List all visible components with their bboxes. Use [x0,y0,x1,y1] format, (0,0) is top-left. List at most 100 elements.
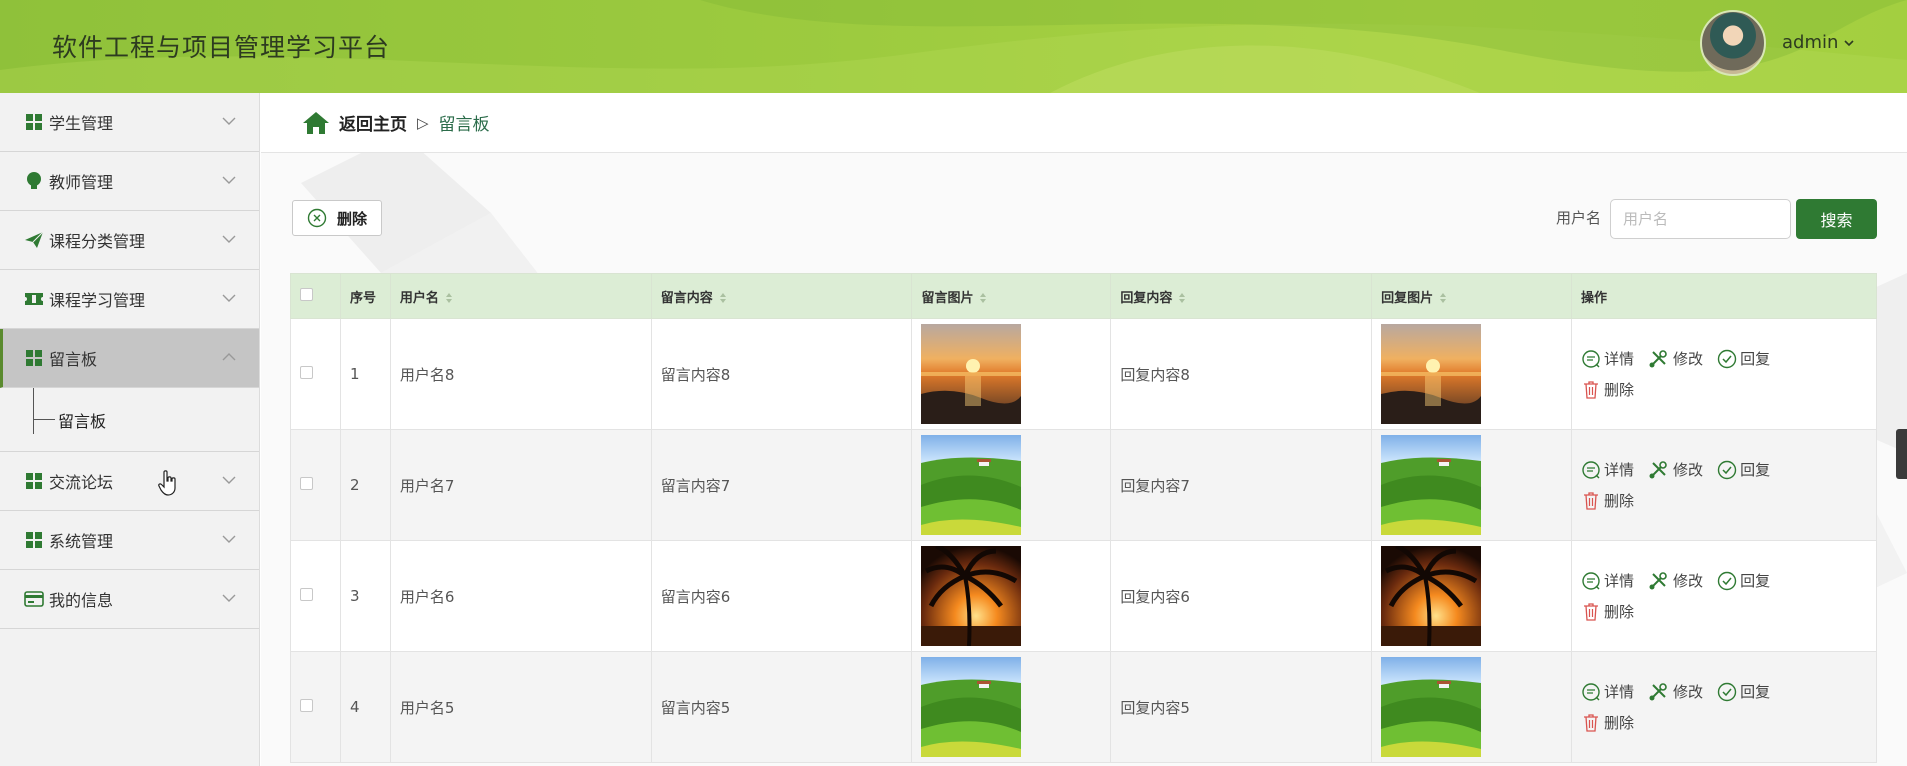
row-reply: 回复内容6 [1110,540,1373,652]
row-select-cell[interactable] [290,429,341,541]
sidebar-item-system[interactable]: 系统管理 [0,511,259,570]
detail-button[interactable]: 详情 [1581,348,1634,369]
row-reply: 回复内容7 [1110,429,1373,541]
detail-button[interactable]: 详情 [1581,570,1634,591]
sidebar-item-students[interactable]: 学生管理 [0,93,259,152]
wrench-icon [1649,349,1667,367]
detail-button[interactable]: 详情 [1581,681,1634,702]
row-checkbox[interactable] [300,588,313,601]
column-header-message-image[interactable]: 留言图片 [911,273,1112,319]
check-circle-icon [1717,571,1737,590]
edit-button[interactable]: 修改 [1648,459,1703,480]
edit-button[interactable]: 修改 [1648,681,1703,702]
row-username: 用户名7 [389,429,652,541]
reply-button[interactable]: 回复 [1717,459,1770,480]
edit-button[interactable]: 修改 [1648,348,1703,369]
edit-button[interactable]: 修改 [1648,570,1703,591]
row-message-image-cell [911,318,1112,430]
row-message-image-cell [911,540,1112,652]
column-header-message[interactable]: 留言内容 [650,273,913,319]
thumbnail-image[interactable] [921,324,1022,424]
row-username: 用户名8 [389,318,652,430]
search-button[interactable]: 搜索 [1796,199,1877,239]
row-message: 留言内容7 [650,429,913,541]
sidebar-item-label: 留言板 [49,350,98,369]
delete-button[interactable]: 删除 [1581,379,1634,400]
sidebar-item-course-category[interactable]: 课程分类管理 [0,211,259,270]
row-message: 留言内容5 [650,651,913,763]
table-header-row: 序号 用户名 留言内容 留言图片 回复内容 回复图片 操作 [290,273,1877,319]
sort-icon[interactable] [1178,292,1186,304]
detail-button[interactable]: 详情 [1581,459,1634,480]
select-all-cell[interactable] [290,273,341,319]
batch-delete-button[interactable]: 删除 [292,200,382,236]
trash-icon [1584,491,1599,510]
select-all-checkbox[interactable] [300,287,313,301]
side-collapse-tab[interactable] [1896,429,1907,479]
breadcrumb: 返回主页 ▷ 留言板 [261,93,1907,153]
thumbnail-image[interactable] [921,546,1022,646]
row-message-image-cell [911,429,1112,541]
column-header-reply-image[interactable]: 回复图片 [1371,273,1573,319]
column-header-username[interactable]: 用户名 [389,273,652,319]
row-message-image-cell [911,651,1112,763]
reply-button[interactable]: 回复 [1717,570,1770,591]
home-icon[interactable] [301,110,331,136]
row-index: 1 [339,318,391,430]
row-checkbox[interactable] [300,477,313,490]
user-avatar[interactable] [1700,10,1766,76]
row-select-cell[interactable] [290,318,341,430]
reply-button[interactable]: 回复 [1717,681,1770,702]
row-index: 4 [339,651,391,763]
sidebar-subitem-message-board[interactable]: 留言板 [0,388,259,452]
user-menu[interactable]: admin [1782,32,1854,53]
row-reply-image-cell [1371,540,1573,652]
username-search-input[interactable] [1610,199,1791,239]
row-select-cell[interactable] [290,651,341,763]
sort-icon[interactable] [979,292,987,304]
sidebar: 学生管理 教师管理 课程分类管理 课程学习管理 留言板 留言板 交流论坛 系统管… [0,93,260,766]
row-reply-image-cell [1371,429,1573,541]
check-circle-icon [1717,682,1737,701]
thumbnail-image[interactable] [1381,324,1482,424]
row-username: 用户名6 [389,540,652,652]
chevron-down-icon [1844,39,1854,46]
delete-button[interactable]: 删除 [1581,712,1634,733]
row-actions: 详情 修改 回复 删除 [1571,651,1877,763]
sort-icon[interactable] [445,292,453,304]
sidebar-item-label: 教师管理 [49,173,114,192]
thumbnail-image[interactable] [1381,657,1482,757]
chevron-up-icon [222,353,236,361]
sort-icon[interactable] [1439,292,1447,304]
check-circle-icon [1717,349,1737,368]
grid-icon [24,348,44,368]
detail-icon [1582,571,1600,590]
row-checkbox[interactable] [300,366,313,379]
sidebar-subitem-label: 留言板 [58,411,107,431]
sidebar-item-course-learning[interactable]: 课程学习管理 [0,270,259,329]
sidebar-item-message-board[interactable]: 留言板 [0,329,259,388]
sidebar-item-forum[interactable]: 交流论坛 [0,452,259,511]
trash-icon [1584,713,1599,732]
ticket-icon [24,289,44,309]
delete-button[interactable]: 删除 [1581,601,1634,622]
row-checkbox[interactable] [300,699,313,712]
sort-icon[interactable] [719,292,727,304]
tree-line [33,419,55,420]
sidebar-item-label: 我的信息 [49,591,114,610]
row-select-cell[interactable] [290,540,341,652]
grid-icon [24,471,44,491]
sidebar-item-teachers[interactable]: 教师管理 [0,152,259,211]
breadcrumb-home-link[interactable]: 返回主页 [339,110,407,135]
delete-button[interactable]: 删除 [1581,490,1634,511]
sidebar-item-my-info[interactable]: 我的信息 [0,570,259,629]
hand-cursor-icon [158,470,176,496]
row-actions: 详情 修改 回复 删除 [1571,318,1877,430]
thumbnail-image[interactable] [1381,435,1482,535]
thumbnail-image[interactable] [921,435,1022,535]
thumbnail-image[interactable] [1381,546,1482,646]
card-icon [24,589,44,609]
column-header-reply[interactable]: 回复内容 [1110,273,1373,319]
thumbnail-image[interactable] [921,657,1022,757]
reply-button[interactable]: 回复 [1717,348,1770,369]
